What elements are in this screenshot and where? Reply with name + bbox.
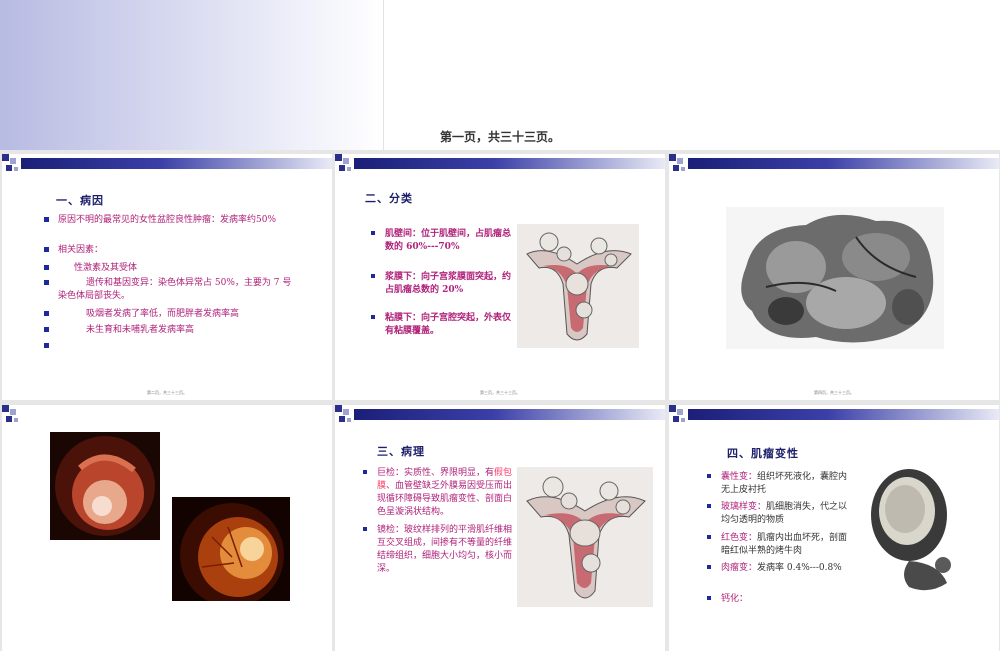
bullet-item: 红色变：肌瘤内出血坏死，剖面暗红似半熟的烤牛肉 [707,532,855,558]
bullet-item: 镜检：玻纹样排列的平滑肌纤维相互交叉组成，间掺有不等量的纤维结缔组织，细胞大小均… [363,524,517,576]
slide-thumbnail-3[interactable]: 二、分类 肌壁间：位于肌壁间，占肌瘤总数的 60%---70% 浆膜下：向子宫浆… [335,154,665,400]
bullet-item: 玻璃样变：肌细胞消失，代之以均匀透明的物质 [707,501,855,527]
previous-slide-strip: 第一页，共三十三页。 [0,0,1000,150]
slide-title: 一、病因 [56,194,104,207]
slide-thumbnail-7[interactable]: 四、肌瘤变性 囊性变：组织坏死液化，囊腔内无上皮衬托 玻璃样变：肌细胞消失，代之… [669,405,999,651]
bullet-item: 遗传和基因变异：染色体异常占 50%，主要为 7 号染色体局部丧失。 [44,277,298,303]
fibroid-specimen-photo [726,207,944,349]
slide-header-bar [2,154,332,174]
slide-header-bar [669,154,999,174]
bullet-item: 相关因素： [44,244,298,257]
slide-thumbnail-5[interactable] [2,405,332,651]
slide-title: 三、病理 [377,445,425,458]
slide-title: 二、分类 [365,192,413,205]
slide-footer: 第三页，共三十三页。 [480,390,520,395]
slide-thumbnail-4[interactable]: 第四页，共三十三页。 [669,154,999,400]
bullet-item: 浆膜下：向子宫浆膜面突起，约占肌瘤总数的 20% [371,271,517,297]
slide-header-bar [2,405,332,425]
uterus-diagram-image [517,224,639,348]
bullet-item: 未生育和未哺乳者发病率高 [44,324,298,337]
slide-header-bar [335,405,665,425]
bullet-item: 肌壁间：位于肌壁间，占肌瘤总数的 60%---70% [371,228,517,254]
calcified-fibroid-photo [869,463,957,595]
hysteroscopy-image-2 [172,497,290,601]
bullet-item: 性激素及其受体 [44,262,298,275]
slide-footer: 第四页，共三十三页。 [814,390,854,395]
slide-header-bar [669,405,999,425]
slide-header-bar [335,154,665,174]
bullet-item: 囊性变：组织坏死液化，囊腔内无上皮衬托 [707,471,855,497]
bullet-item: 巨检：实质性、界限明显，有假包膜、血管壁缺乏外膜易因受压而出现循环障碍导致肌瘤变… [363,467,517,519]
slide-thumbnail-2[interactable]: 一、病因 原因不明的最常见的女性盆腔良性肿瘤：发病率约50% 相关因素： 性激素… [2,154,332,400]
bullet-item: 吸烟者发病了率低，而肥胖者发病率高 [44,308,298,321]
slide-title: 四、肌瘤变性 [727,447,799,460]
bullet-item: 原因不明的最常见的女性盆腔良性肿瘤：发病率约50% [44,214,298,227]
bullet-item: 肉瘤变：发病率 0.4%---0.8% [707,562,855,575]
slide-footer: 第二页，共三十三页。 [147,390,187,395]
slide-thumbnail-6[interactable]: 三、病理 巨检：实质性、界限明显，有假包膜、血管壁缺乏外膜易因受压而出现循环障碍… [335,405,665,651]
page-footer: 第一页，共三十三页。 [439,130,560,144]
uterus-diagram-image [517,467,653,607]
bullet-item: 粘膜下：向子宫腔突起，外表仅有粘膜覆盖。 [371,312,517,338]
hysteroscopy-image-1 [50,432,160,540]
